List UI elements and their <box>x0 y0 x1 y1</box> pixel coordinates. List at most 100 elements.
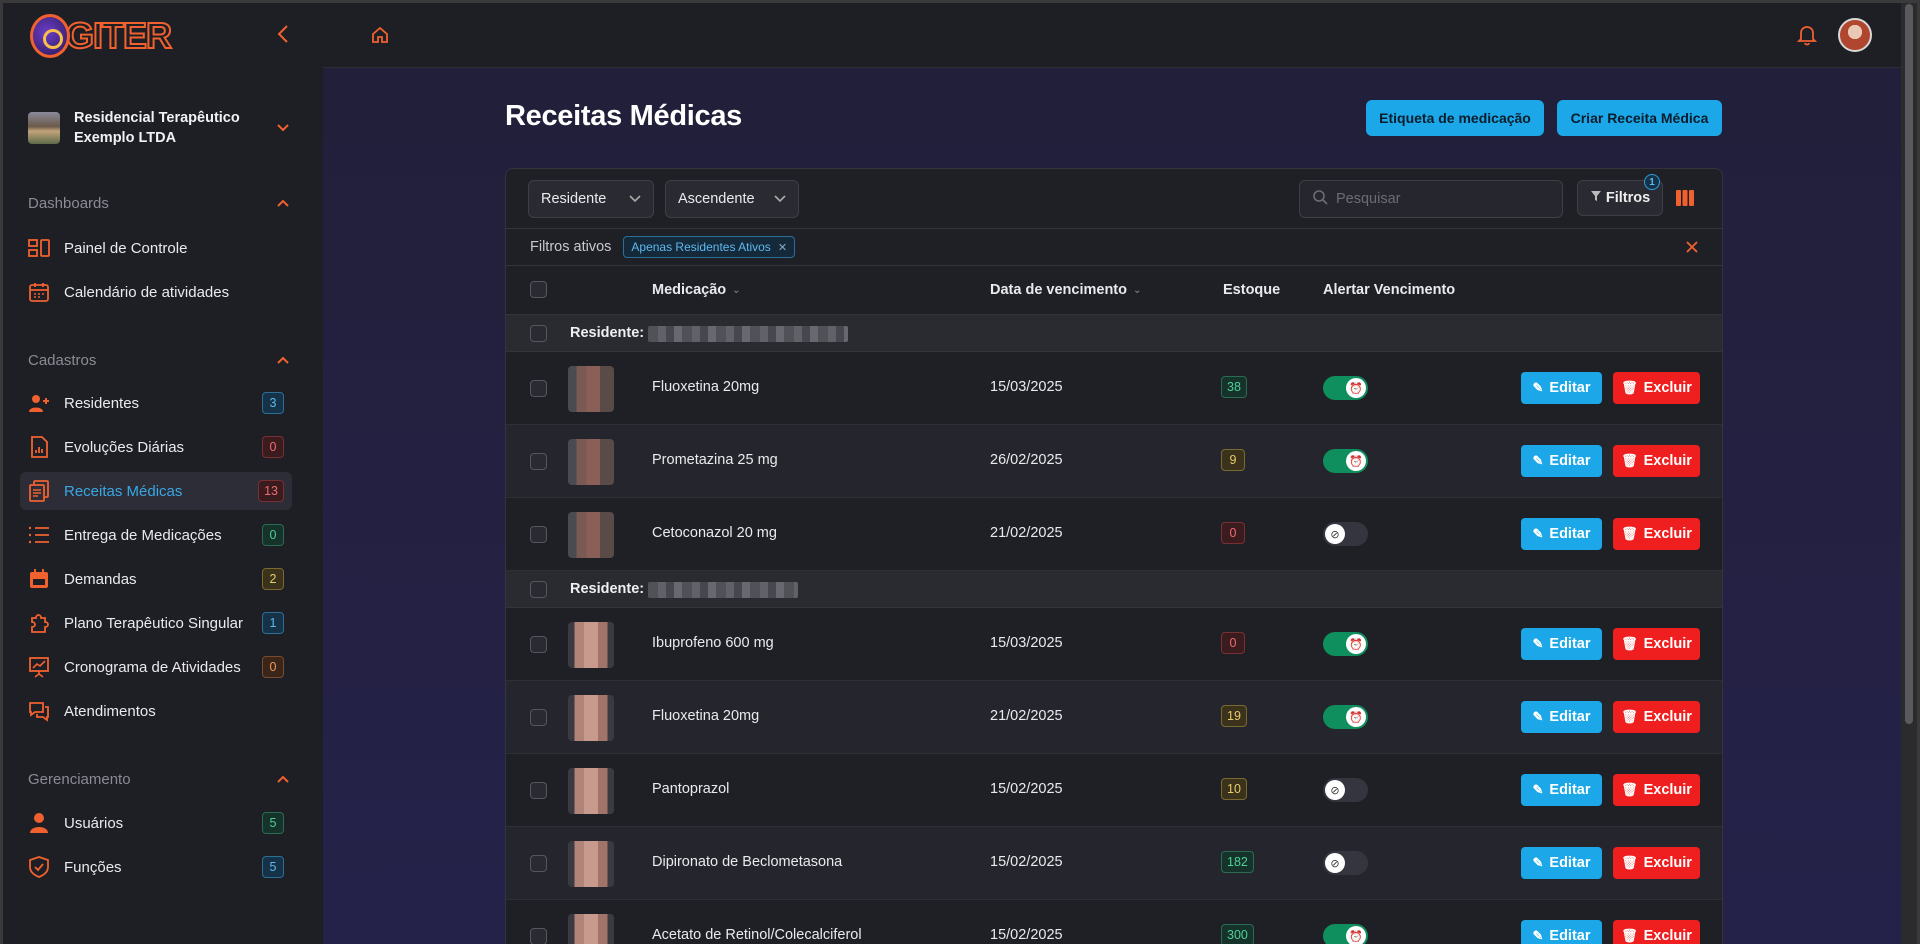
sidebar-item-label: Entrega de Medicações <box>64 526 222 544</box>
expiry-date: 15/03/2025 <box>990 635 1063 651</box>
delete-button[interactable]: 🗑 Excluir <box>1613 701 1700 733</box>
sidebar-item-residentes[interactable]: Residentes 3 <box>20 384 292 422</box>
edit-button[interactable]: ✎ Editar <box>1521 518 1602 550</box>
edit-button[interactable]: ✎ Editar <box>1521 628 1602 660</box>
delete-button[interactable]: 🗑 Excluir <box>1613 847 1700 879</box>
sidebar-item-cronograma[interactable]: Cronograma de Atividades 0 <box>20 648 292 686</box>
expiry-date: 15/02/2025 <box>990 927 1063 943</box>
column-expiry[interactable]: Data de vencimento ⌄ <box>990 282 1141 298</box>
alarm-on-icon: ⏰ <box>1346 926 1366 944</box>
home-icon[interactable] <box>371 26 389 49</box>
expiry-date: 26/02/2025 <box>990 452 1063 468</box>
search-icon <box>1312 189 1328 210</box>
sidebar-item-demandas[interactable]: Demandas 2 <box>20 560 292 598</box>
page-scrollbar[interactable] <box>1901 0 1917 944</box>
expiry-alert-toggle[interactable]: ⏰ <box>1323 632 1368 656</box>
edit-button[interactable]: ✎ Editar <box>1521 774 1602 806</box>
expiry-alert-toggle[interactable]: ⏰ <box>1323 924 1368 944</box>
delete-label: Excluir <box>1643 380 1692 396</box>
sidebar-item-receitas[interactable]: Receitas Médicas 13 <box>20 472 292 510</box>
sidebar-item-plano[interactable]: Plano Terapêutico Singular 1 <box>20 604 292 642</box>
trash-icon: 🗑 <box>1621 855 1638 870</box>
sidebar-item-evolucoes[interactable]: Evoluções Diárias 0 <box>20 428 292 466</box>
section-cadastros[interactable]: Cadastros <box>28 352 290 369</box>
row-checkbox[interactable] <box>530 709 547 726</box>
remove-filter-icon[interactable]: ✕ <box>778 241 787 254</box>
trash-icon: 🗑 <box>1621 709 1638 724</box>
delete-label: Excluir <box>1643 636 1692 652</box>
column-medication[interactable]: Medicação ⌄ <box>652 282 741 298</box>
delete-button[interactable]: 🗑 Excluir <box>1613 628 1700 660</box>
expiry-alert-toggle[interactable]: ⏰ <box>1323 376 1368 400</box>
organization-selector[interactable]: Residencial Terapêutico Exemplo LTDA <box>28 108 290 148</box>
group-checkbox[interactable] <box>530 325 547 342</box>
sidebar-item-entrega[interactable]: Entrega de Medicações 0 <box>20 516 292 554</box>
calendar-event-icon <box>28 568 50 590</box>
expiry-alert-toggle[interactable]: ⏰ <box>1323 449 1368 473</box>
collapse-sidebar-button[interactable] <box>276 24 290 50</box>
section-dashboards[interactable]: Dashboards <box>28 195 290 212</box>
row-checkbox[interactable] <box>530 782 547 799</box>
expiry-alert-toggle[interactable]: ⊘ <box>1323 522 1368 546</box>
notification-bell-icon[interactable] <box>1796 24 1818 51</box>
search-box[interactable] <box>1299 180 1563 218</box>
select-all-checkbox[interactable] <box>530 281 547 298</box>
section-gerenciamento[interactable]: Gerenciamento <box>28 771 290 788</box>
edit-label: Editar <box>1549 928 1591 944</box>
edit-button[interactable]: ✎ Editar <box>1521 701 1602 733</box>
stock-badge: 300 <box>1221 924 1254 944</box>
table-row: Prometazina 25 mg 26/02/2025 9 ⏰ ✎ Editar 🗑 Exc… <box>506 425 1722 498</box>
chevron-down-icon <box>629 192 641 206</box>
active-filter-chip[interactable]: Apenas Residentes Ativos ✕ <box>623 236 796 258</box>
group-by-value: Residente <box>541 191 607 207</box>
sidebar-item-funcoes[interactable]: Funções 5 <box>20 848 292 886</box>
sidebar-item-calendario[interactable]: Calendário de atividades <box>20 273 292 311</box>
edit-label: Editar <box>1549 636 1591 652</box>
delete-button[interactable]: 🗑 Excluir <box>1613 372 1700 404</box>
row-checkbox[interactable] <box>530 526 547 543</box>
sidebar-item-atendimentos[interactable]: Atendimentos <box>20 692 292 730</box>
clear-filters-icon[interactable] <box>1686 238 1698 258</box>
delete-button[interactable]: 🗑 Excluir <box>1613 920 1700 944</box>
app-logo[interactable]: GITER <box>30 14 173 58</box>
filters-button[interactable]: Filtros 1 <box>1577 174 1663 216</box>
count-badge: 13 <box>258 480 284 502</box>
count-badge: 5 <box>262 812 284 834</box>
expiry-alert-toggle[interactable]: ⊘ <box>1323 851 1368 875</box>
resident-photo <box>568 366 614 412</box>
search-input[interactable] <box>1336 191 1536 207</box>
sort-order-select[interactable]: Ascendente <box>665 180 799 218</box>
scrollbar-thumb[interactable] <box>1905 4 1913 724</box>
edit-button[interactable]: ✎ Editar <box>1521 445 1602 477</box>
row-checkbox[interactable] <box>530 636 547 653</box>
count-badge: 2 <box>262 568 284 590</box>
row-checkbox[interactable] <box>530 855 547 872</box>
section-title: Dashboards <box>28 195 109 212</box>
edit-button[interactable]: ✎ Editar <box>1521 847 1602 879</box>
row-checkbox[interactable] <box>530 380 547 397</box>
stock-badge: 10 <box>1221 778 1247 800</box>
group-checkbox[interactable] <box>530 581 547 598</box>
user-avatar[interactable] <box>1838 18 1872 52</box>
expiry-alert-toggle[interactable]: ⏰ <box>1323 705 1368 729</box>
medication-label-button[interactable]: Etiqueta de medicação <box>1366 100 1544 136</box>
expiry-alert-toggle[interactable]: ⊘ <box>1323 778 1368 802</box>
columns-icon[interactable] <box>1676 190 1694 211</box>
edit-button[interactable]: ✎ Editar <box>1521 372 1602 404</box>
sidebar-item-label: Demandas <box>64 570 137 588</box>
row-checkbox[interactable] <box>530 453 547 470</box>
section-title: Gerenciamento <box>28 771 131 788</box>
delete-button[interactable]: 🗑 Excluir <box>1613 445 1700 477</box>
trash-icon: 🗑 <box>1621 782 1638 797</box>
trash-icon: 🗑 <box>1621 526 1638 541</box>
sidebar-item-painel[interactable]: Painel de Controle <box>20 229 292 267</box>
edit-button[interactable]: ✎ Editar <box>1521 920 1602 944</box>
group-by-select[interactable]: Residente <box>528 180 654 218</box>
sidebar-item-usuarios[interactable]: Usuários 5 <box>20 804 292 842</box>
delete-button[interactable]: 🗑 Excluir <box>1613 774 1700 806</box>
create-prescription-button[interactable]: Criar Receita Médica <box>1557 100 1722 136</box>
delete-button[interactable]: 🗑 Excluir <box>1613 518 1700 550</box>
sort-order-value: Ascendente <box>678 191 755 207</box>
stock-badge: 0 <box>1221 632 1245 654</box>
row-checkbox[interactable] <box>530 928 547 944</box>
